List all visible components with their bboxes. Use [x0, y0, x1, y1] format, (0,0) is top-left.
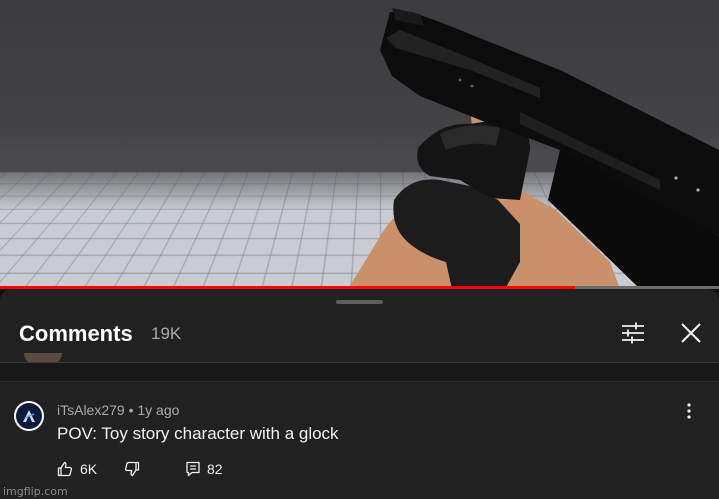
comment-text: POV: Toy story character with a glock: [57, 424, 339, 443]
dislike-button[interactable]: [124, 461, 140, 477]
watermark-text: imgflip.com: [3, 485, 68, 498]
filter-button[interactable]: [620, 320, 646, 346]
reply-icon: [186, 461, 200, 477]
gun-and-hand-graphic: [348, 8, 719, 289]
like-count: 6K: [80, 461, 98, 477]
comment-meta: iTsAlex279 • 1y ago: [57, 402, 179, 418]
comment-time: • 1y ago: [128, 402, 180, 418]
close-button[interactable]: [678, 320, 704, 346]
thumbs-down-icon: [124, 461, 140, 477]
comments-count: 19K: [151, 324, 182, 343]
like-button[interactable]: 6K: [57, 461, 97, 477]
reply-button[interactable]: 82: [185, 461, 223, 477]
avatar[interactable]: [14, 401, 44, 431]
drag-handle[interactable]: [336, 300, 383, 304]
avatar-logo-icon: [23, 410, 35, 422]
comments-title: Comments: [19, 321, 133, 346]
filter-sliders-icon: [622, 322, 644, 344]
comment-author[interactable]: iTsAlex279: [57, 402, 125, 418]
video-player[interactable]: [0, 0, 719, 289]
reply-count: 82: [207, 461, 223, 477]
comment-more-button[interactable]: [679, 401, 699, 421]
thumbs-up-icon: [57, 461, 73, 477]
more-vertical-icon: [687, 403, 691, 419]
close-icon: [681, 323, 701, 343]
comments-sheet: Comments 19K iTsAlex279 • 1y ago POV: To…: [0, 289, 719, 499]
